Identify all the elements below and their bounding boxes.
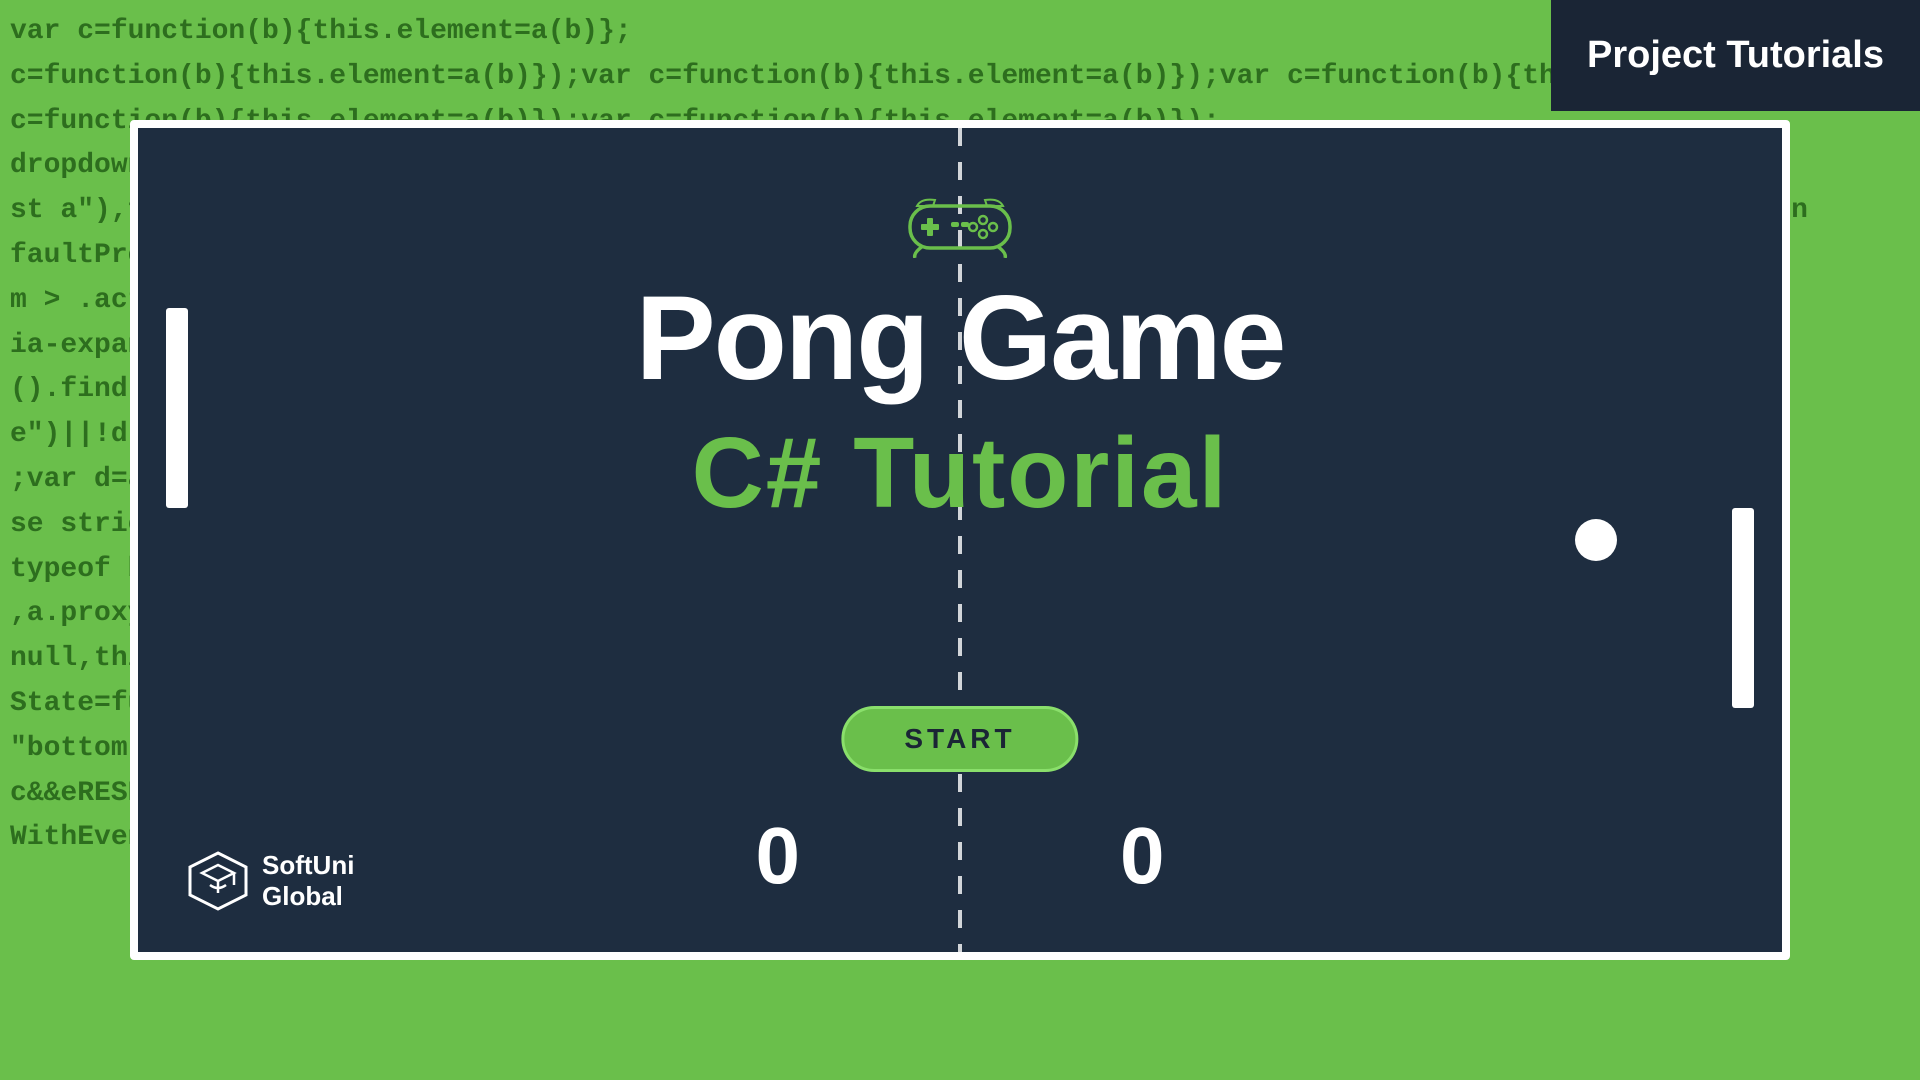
controller-area [905,188,1015,263]
paddle-right [1732,508,1754,708]
project-tutorials-text: Project Tutorials [1587,34,1884,77]
project-tutorials-header: Project Tutorials [1551,0,1920,111]
game-title: Pong Game [138,278,1782,398]
controller-icon [905,188,1015,258]
start-button-wrap: START [841,706,1078,772]
score-left: 0 [756,810,801,902]
game-card: Pong Game C# Tutorial START 0 0 SoftUni … [130,120,1790,960]
logo-text: SoftUni Global [262,850,354,912]
title-area: Pong Game C# Tutorial [138,278,1782,528]
game-subtitle: C# Tutorial [138,418,1782,528]
softuni-logo-icon [188,851,248,911]
logo-line1: SoftUni [262,850,354,880]
logo-area: SoftUni Global [188,850,354,912]
logo-line2: Global [262,881,343,911]
start-button[interactable]: START [841,706,1078,772]
score-right: 0 [1120,810,1165,902]
scores: 0 0 [138,810,1782,902]
